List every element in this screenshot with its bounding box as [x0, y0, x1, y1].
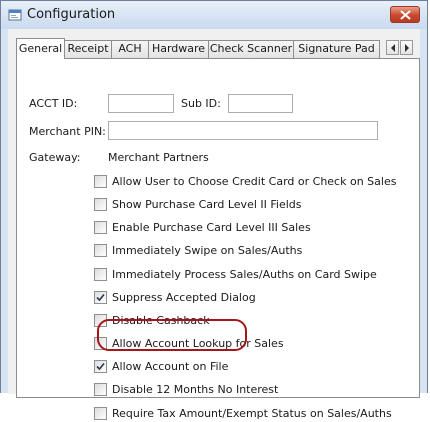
gateway-value: Merchant Partners [108, 151, 209, 164]
tab-general[interactable]: General [16, 38, 65, 59]
tab-check-scanner[interactable]: Check Scanner [208, 40, 294, 58]
general-tab-panel: ACCT ID: Sub ID: Merchant PIN: Gateway: … [16, 58, 420, 420]
option-checkbox[interactable] [94, 337, 107, 350]
tab-receipt[interactable]: Receipt [64, 40, 112, 58]
configuration-window: Configuration General Receipt ACH Hardwa… [0, 0, 428, 420]
sub-id-field[interactable] [228, 94, 293, 113]
dialog-client-area: General Receipt ACH Hardware Check Scann… [8, 29, 420, 420]
tab-ach[interactable]: ACH [111, 40, 149, 58]
option-label: Immediately Swipe on Sales/Auths [112, 244, 303, 257]
option-label: Allow Account on File [112, 360, 229, 373]
tab-scroll-right-button[interactable] [400, 40, 413, 55]
close-button[interactable] [390, 6, 420, 23]
close-icon [400, 10, 411, 20]
merchant-pin-field[interactable] [108, 121, 378, 140]
chevron-left-icon [391, 44, 395, 52]
title-bar[interactable]: Configuration [1, 1, 427, 29]
option-label: Immediately Process Sales/Auths on Card … [112, 268, 377, 281]
option-label: Enable Purchase Card Level III Sales [112, 221, 311, 234]
merchant-pin-label: Merchant PIN: [29, 125, 106, 138]
option-checkbox[interactable] [94, 407, 107, 420]
option-checkbox[interactable] [94, 383, 107, 396]
tab-strip: General Receipt ACH Hardware Check Scann… [16, 38, 420, 59]
acct-id-field[interactable] [108, 94, 174, 113]
option-checkbox[interactable] [94, 360, 107, 373]
option-checkbox[interactable] [94, 221, 107, 234]
tab-hardware[interactable]: Hardware [148, 40, 209, 58]
checkmark-icon [96, 362, 105, 371]
checkmark-icon [96, 293, 105, 302]
option-checkbox[interactable] [94, 314, 107, 327]
option-label: Require Tax Amount/Exempt Status on Sale… [112, 407, 392, 420]
window-title: Configuration [27, 7, 116, 22]
chevron-right-icon [405, 44, 409, 52]
option-label: Suppress Accepted Dialog [112, 291, 256, 304]
option-checkbox[interactable] [94, 198, 107, 211]
sub-id-label: Sub ID: [181, 97, 221, 110]
gateway-label: Gateway: [29, 151, 81, 164]
option-label: Allow User to Choose Credit Card or Chec… [112, 175, 397, 188]
option-checkbox[interactable] [94, 291, 107, 304]
option-label: Disable 12 Months No Interest [112, 383, 279, 396]
option-label: Show Purchase Card Level II Fields [112, 198, 302, 211]
option-label: Allow Account Lookup for Sales [112, 337, 284, 350]
option-checkbox[interactable] [94, 244, 107, 257]
tab-scroll-left-button[interactable] [386, 40, 399, 55]
app-window-icon [8, 8, 22, 22]
option-label: Disable Cashback [112, 314, 210, 327]
tab-signature-pad[interactable]: Signature Pad [293, 40, 380, 58]
option-checkbox[interactable] [94, 175, 107, 188]
acct-id-label: ACCT ID: [29, 97, 78, 110]
option-checkbox[interactable] [94, 268, 107, 281]
